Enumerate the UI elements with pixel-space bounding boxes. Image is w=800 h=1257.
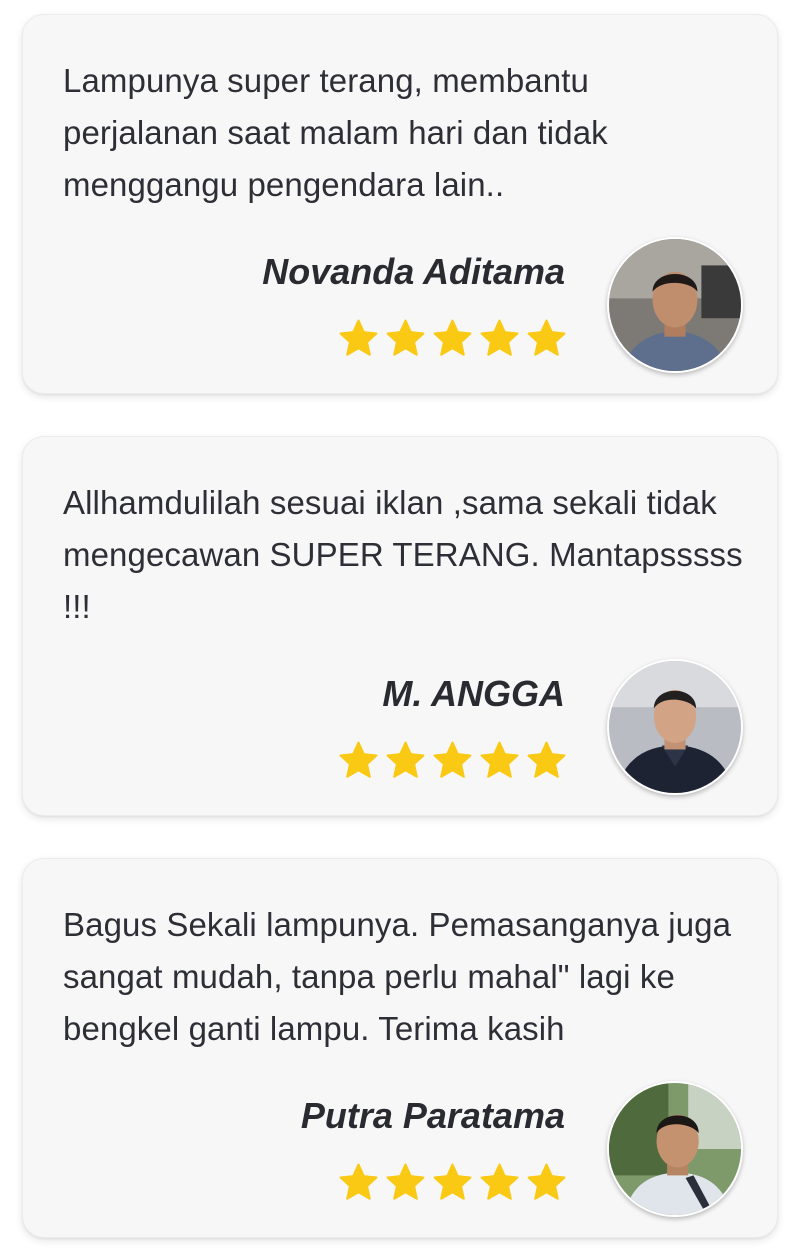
star-rating — [338, 1162, 567, 1203]
star-icon — [527, 741, 566, 778]
reviewer-avatar — [607, 659, 743, 795]
review-card: Lampunya super terang, membantu perjalan… — [22, 14, 778, 394]
star-icon — [433, 319, 472, 356]
star-icon — [433, 741, 472, 778]
star-rating — [338, 318, 567, 359]
reviewer-name: M. ANGGA — [382, 673, 565, 714]
review-card: Bagus Sekali lampunya. Pemasanganya juga… — [22, 858, 778, 1238]
review-text: Lampunya super terang, membantu perjalan… — [63, 62, 608, 203]
star-icon — [527, 319, 566, 356]
star-icon — [480, 741, 519, 778]
review-card: Allhamdulilah sesuai iklan ,sama sekali … — [22, 436, 778, 816]
star-icon — [433, 1163, 472, 1200]
star-icon — [480, 319, 519, 356]
star-icon — [386, 741, 425, 778]
review-text: Bagus Sekali lampunya. Pemasanganya juga… — [63, 906, 732, 1047]
star-icon — [480, 1163, 519, 1200]
star-icon — [339, 741, 378, 778]
star-icon — [527, 1163, 566, 1200]
reviewer-avatar — [607, 1081, 743, 1217]
review-text: Allhamdulilah sesuai iklan ,sama sekali … — [63, 484, 743, 625]
star-icon — [386, 319, 425, 356]
star-icon — [339, 1163, 378, 1200]
user-photo-icon — [609, 661, 741, 793]
star-icon — [339, 319, 378, 356]
user-photo-icon — [609, 1083, 741, 1215]
star-rating — [338, 740, 567, 781]
reviewer-avatar — [607, 237, 743, 373]
reviewer-name: Novanda Aditama — [262, 251, 565, 292]
user-photo-icon — [609, 239, 741, 371]
star-icon — [386, 1163, 425, 1200]
reviewer-name: Putra Paratama — [300, 1095, 565, 1136]
